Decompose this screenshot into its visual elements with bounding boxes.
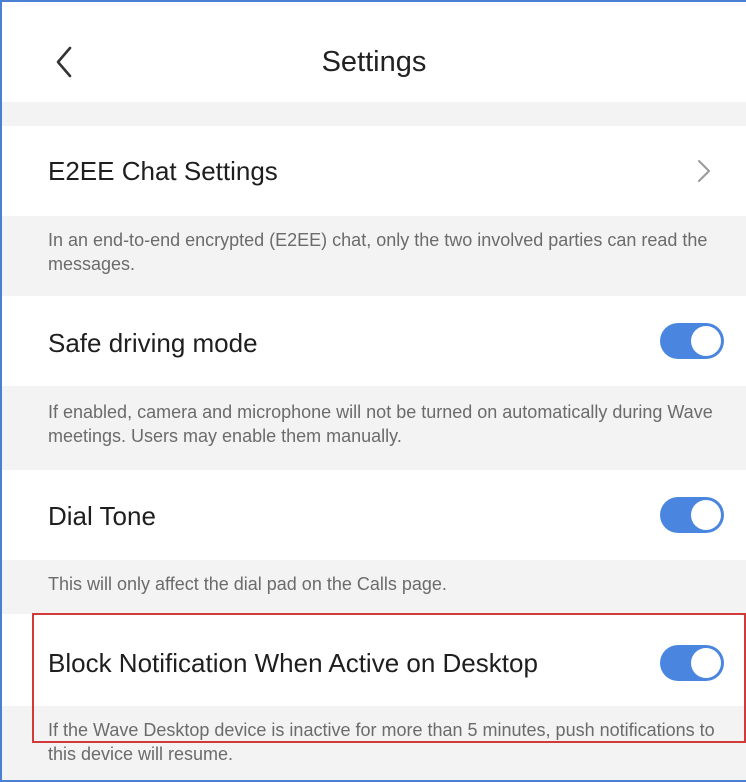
dial-tone-toggle[interactable]	[660, 497, 724, 533]
dial-tone-description: This will only affect the dial pad on th…	[48, 574, 447, 594]
dial-tone-row: Dial Tone	[2, 470, 746, 560]
section-divider	[2, 102, 746, 126]
toggle-knob	[691, 500, 721, 530]
e2ee-chat-settings-row[interactable]: E2EE Chat Settings	[2, 126, 746, 216]
dial-tone-description-section: This will only affect the dial pad on th…	[2, 560, 746, 614]
safe-driving-mode-row: Safe driving mode	[2, 296, 746, 386]
safe-driving-description: If enabled, camera and microphone will n…	[48, 402, 713, 446]
safe-driving-mode-toggle[interactable]	[660, 323, 724, 359]
page-title: Settings	[321, 46, 427, 78]
safe-driving-description-section: If enabled, camera and microphone will n…	[2, 386, 746, 470]
e2ee-description: In an end-to-end encrypted (E2EE) chat, …	[48, 230, 708, 274]
dial-tone-label: Dial Tone	[48, 501, 156, 531]
highlight-box	[32, 613, 746, 743]
toggle-knob	[691, 326, 721, 356]
safe-driving-mode-label: Safe driving mode	[48, 328, 258, 358]
header-bar: Settings	[2, 2, 746, 102]
settings-screen: Settings E2EE Chat Settings In an end-to…	[0, 0, 746, 782]
e2ee-chat-settings-label: E2EE Chat Settings	[48, 156, 278, 186]
chevron-right-icon	[698, 160, 710, 182]
e2ee-description-section: In an end-to-end encrypted (E2EE) chat, …	[2, 216, 746, 296]
